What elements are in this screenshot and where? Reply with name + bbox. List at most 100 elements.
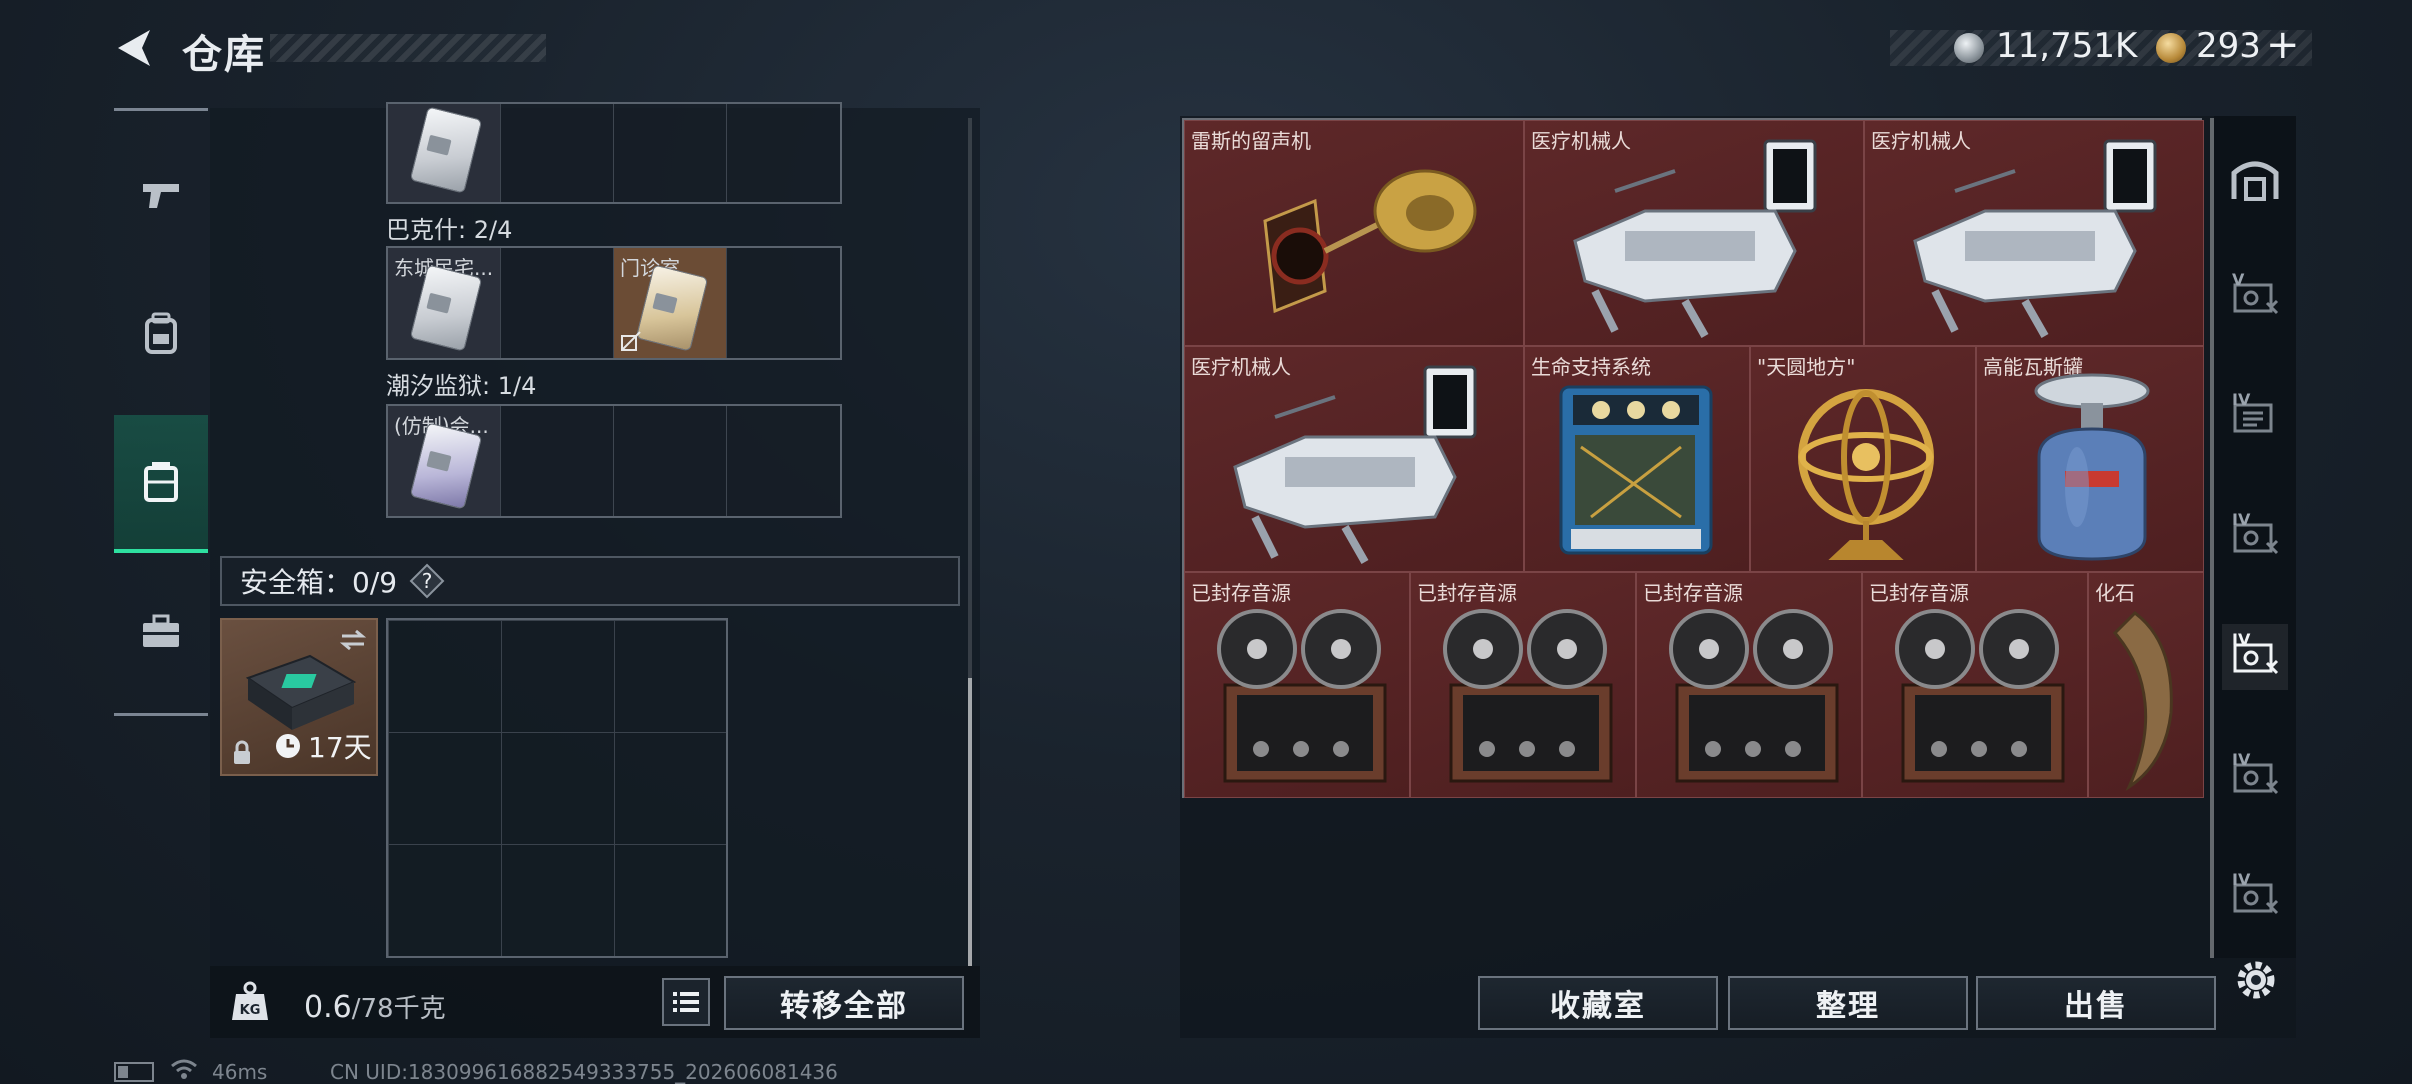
collection-room-button[interactable]: 收藏室 — [1478, 976, 1718, 1030]
ping-readout: 46ms — [212, 1060, 268, 1084]
empty-slot[interactable] — [727, 104, 840, 202]
safe-box-title: 安全箱：0/9 — [240, 566, 398, 599]
empty-slot[interactable] — [727, 406, 840, 516]
stash-item[interactable]: 已封存音源 — [1184, 572, 1410, 798]
clock-icon — [276, 734, 300, 758]
tab-tier: IV — [2232, 750, 2251, 769]
keycard-slot[interactable]: 东城民宅... — [388, 248, 501, 358]
keycard-row — [386, 102, 842, 204]
gramophone-icon — [1263, 169, 1477, 314]
empty-slot[interactable] — [614, 104, 727, 202]
weight-readout: 0.6/78千克 — [304, 988, 446, 1025]
reel-recorder-icon — [1217, 609, 1387, 783]
list-view-button[interactable] — [662, 978, 710, 1026]
safe-box-grid[interactable] — [386, 618, 728, 958]
tab-stash-6[interactable]: IV — [2222, 864, 2288, 930]
weight-value: 0.6 — [304, 990, 352, 1025]
fossil-claw-icon — [2112, 611, 2173, 792]
tab-stash-4[interactable]: IV — [2222, 624, 2288, 690]
stash-item[interactable]: 医疗机械人 — [1524, 120, 1864, 346]
wifi-icon — [171, 1059, 197, 1079]
stash-item[interactable]: "天圆地方" — [1750, 346, 1976, 572]
sort-button[interactable]: 整理 — [1728, 976, 1968, 1030]
item-name: 生命支持系统 — [1531, 355, 1651, 379]
tab-tier: IV — [2232, 390, 2251, 409]
stash-item[interactable]: 化石 — [2088, 572, 2204, 798]
stash-item[interactable]: 已封存音源 — [1862, 572, 2088, 798]
svg-text:KG: KG — [240, 1003, 261, 1018]
pistol-icon — [143, 184, 179, 208]
tab-stash-1[interactable]: V — [2222, 264, 2288, 330]
empty-slot[interactable] — [501, 248, 614, 358]
safe-box-days: 17天 — [308, 731, 372, 764]
vault-icon — [2231, 161, 2279, 201]
tab-misc[interactable] — [114, 563, 208, 701]
tab-tier: V — [2232, 270, 2245, 289]
section-label: 巴克什: 2/4 — [386, 216, 513, 244]
section-label: 潮汐监狱: 1/4 — [386, 372, 537, 400]
add-currency-button[interactable]: + — [2266, 22, 2300, 68]
tab-tier: IV — [2232, 630, 2251, 649]
keycard-slot[interactable] — [388, 104, 501, 202]
stash-item[interactable]: 生命支持系统 — [1524, 346, 1750, 572]
medical-robot-icon — [1233, 365, 1477, 564]
gold-amount: 293 — [2196, 26, 2261, 66]
briefcase-icon — [143, 614, 179, 647]
stash-item[interactable]: 医疗机械人 — [1184, 346, 1524, 572]
medical-robot-icon — [1573, 139, 1817, 338]
gas-tank-icon — [2034, 373, 2150, 561]
back-arrow-icon[interactable] — [112, 26, 156, 70]
tab-weapons[interactable] — [114, 127, 208, 265]
keycard-row: (仿制)会... — [386, 404, 842, 518]
stash-item[interactable]: 已封存音源 — [1410, 572, 1636, 798]
gear-icon[interactable] — [2230, 954, 2282, 1006]
keycard-slot[interactable]: 门诊室 — [614, 248, 727, 358]
tab-vault[interactable] — [2222, 146, 2288, 212]
stash-item[interactable]: 高能瓦斯罐 — [1976, 346, 2204, 572]
tab-containers[interactable] — [114, 415, 208, 553]
empty-slot[interactable] — [501, 406, 614, 516]
tab-gear[interactable] — [114, 265, 208, 403]
uid-text: CN UID:183099616882549333755_20260608143… — [330, 1060, 838, 1084]
item-name: 雷斯的留声机 — [1191, 129, 1311, 153]
life-support-icon — [1559, 385, 1713, 555]
keycard-icon — [409, 106, 483, 194]
item-name: "天圆地方" — [1757, 355, 1856, 379]
battery-icon — [114, 1062, 154, 1082]
empty-slot[interactable] — [727, 248, 840, 358]
empty-slot[interactable] — [614, 406, 727, 516]
safe-box-timer: 17天 — [274, 726, 372, 766]
weight-capacity: /78千克 — [351, 994, 446, 1024]
reel-recorder-icon — [1443, 609, 1613, 783]
help-icon[interactable]: ? — [409, 563, 445, 599]
tab-tier: IV — [2232, 510, 2251, 529]
safe-box-item[interactable]: 17天 — [220, 618, 378, 776]
stash-item[interactable]: 已封存音源 — [1636, 572, 1862, 798]
tab-stash-3[interactable]: IV — [2222, 504, 2288, 570]
title-decoration — [270, 34, 546, 62]
sell-button[interactable]: 出售 — [1976, 976, 2216, 1030]
tab-stash-5[interactable]: IV — [2222, 744, 2288, 810]
svg-text:?: ? — [422, 569, 433, 593]
stash-item[interactable]: 雷斯的留声机 — [1184, 120, 1524, 346]
tab-tier: IV — [2232, 870, 2251, 889]
reel-recorder-icon — [1895, 609, 2065, 783]
empty-slot[interactable] — [501, 104, 614, 202]
tab-stash-2[interactable]: IV — [2222, 384, 2288, 450]
safe-box-header: 安全箱：0/9 ? — [220, 556, 960, 606]
container-icon — [144, 462, 178, 502]
left-scrollbar-thumb[interactable] — [968, 678, 972, 966]
gold-coin-icon — [2156, 33, 2186, 63]
category-tabs — [114, 108, 208, 716]
stash-item[interactable]: 医疗机械人 — [1864, 120, 2204, 346]
medical-robot-icon — [1913, 139, 2157, 338]
safe-case-icon — [245, 654, 357, 730]
keycard-slot[interactable]: (仿制)会... — [388, 406, 501, 516]
reel-recorder-icon — [1669, 609, 1839, 783]
page-title: 仓库 — [182, 32, 266, 78]
armillary-sphere-icon — [1798, 389, 1934, 560]
item-name: 化石 — [2095, 581, 2135, 605]
transfer-all-button[interactable]: 转移全部 — [724, 976, 964, 1030]
list-icon — [673, 992, 699, 1012]
weight-icon: KG — [232, 981, 268, 1020]
